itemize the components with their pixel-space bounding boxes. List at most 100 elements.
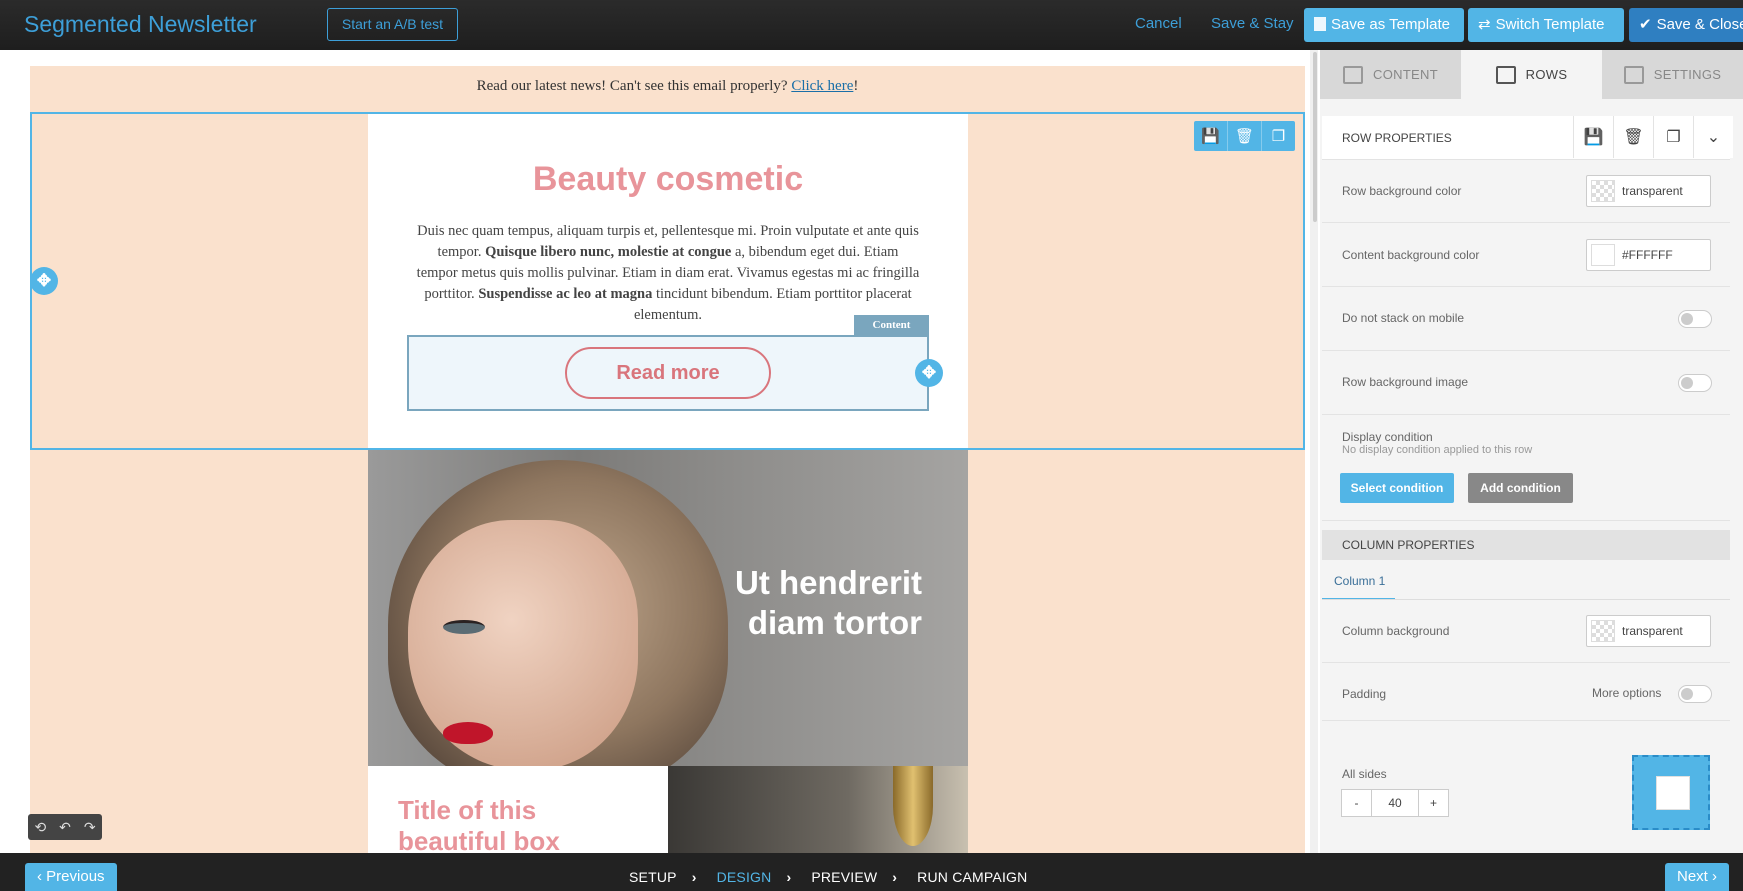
canvas-scrollbar-thumb[interactable]: [1313, 52, 1317, 222]
save-as-template-label: Save as Template: [1331, 16, 1450, 33]
check-icon: ✔: [1639, 16, 1652, 33]
bg-image-toggle[interactable]: [1678, 374, 1712, 392]
row-bg-color-input[interactable]: transparent: [1586, 175, 1711, 207]
tab-content[interactable]: CONTENT: [1320, 50, 1461, 99]
grid-icon: [1343, 65, 1364, 84]
chevron-down-icon[interactable]: ⌄: [1693, 116, 1733, 158]
cancel-link[interactable]: Cancel: [1135, 15, 1182, 32]
previous-label: Previous: [46, 868, 105, 885]
box-title-line-1: Title of this: [398, 795, 537, 825]
more-options-toggle[interactable]: [1678, 685, 1712, 703]
tab-settings[interactable]: SETTINGS: [1602, 50, 1743, 99]
delete-row-icon[interactable]: 🗑: [1228, 121, 1262, 151]
column-bg-label: Column background: [1342, 624, 1450, 638]
card-body-bold-1: Quisque libero nunc, molestie at congue: [485, 244, 732, 260]
save-close-label: Save & Close: [1656, 16, 1743, 33]
column-bg-row: Column background transparent: [1322, 600, 1730, 663]
block-drag-handle-icon[interactable]: ✥: [915, 359, 943, 387]
redo-icon[interactable]: ↷: [77, 814, 102, 840]
column-properties-header: COLUMN PROPERTIES: [1322, 530, 1730, 560]
display-condition-value: No display condition applied to this row: [1342, 444, 1533, 456]
select-condition-button[interactable]: Select condition: [1340, 473, 1454, 503]
content-bg-color-label: Content background color: [1342, 248, 1480, 262]
row-bg-swatch[interactable]: [1591, 180, 1615, 202]
save-as-template-button[interactable]: Save as Template: [1304, 8, 1464, 42]
preheader-text: Read our latest news! Can't see this ema…: [476, 78, 788, 94]
padding-label: Padding: [1342, 687, 1387, 701]
row-properties-tools: 💾 🗑 ❐ ⌄: [1573, 116, 1733, 158]
content-bg-color-row: Content background color #FFFFFF: [1322, 223, 1730, 287]
hero-heading-line-1: Ut hendrerit: [734, 564, 922, 601]
save-close-button[interactable]: ✔ Save & Close: [1629, 8, 1743, 42]
switch-template-button[interactable]: ⇄ Switch Template: [1468, 8, 1624, 42]
history-toolbar: ⟲ ↶ ↷: [28, 814, 102, 840]
chevron-right-icon: ›: [691, 869, 697, 885]
chevron-right-icon: ›: [892, 869, 898, 885]
no-stack-label: Do not stack on mobile: [1342, 311, 1465, 325]
more-options-label: More options: [1592, 686, 1662, 700]
preheader: Read our latest news! Can't see this ema…: [30, 78, 1305, 95]
add-condition-button[interactable]: Add condition: [1468, 473, 1573, 503]
padding-increment-button[interactable]: +: [1419, 790, 1448, 816]
content-bg-swatch[interactable]: [1591, 244, 1615, 266]
tab-column-1[interactable]: Column 1: [1322, 570, 1395, 600]
preheader-suffix: !: [853, 78, 859, 94]
duplicate-row-icon[interactable]: ❐: [1262, 121, 1295, 151]
no-stack-toggle[interactable]: [1678, 310, 1712, 328]
tab-content-label: CONTENT: [1373, 67, 1438, 82]
preheader-link[interactable]: Click here: [791, 78, 853, 94]
step-setup[interactable]: SETUP: [629, 869, 677, 885]
step-preview[interactable]: PREVIEW: [811, 869, 877, 885]
history-icon[interactable]: ⟲: [28, 814, 53, 840]
column-bg-swatch[interactable]: [1591, 620, 1615, 642]
step-run-campaign[interactable]: RUN CAMPAIGN: [917, 869, 1027, 885]
next-button[interactable]: Next ›: [1665, 863, 1730, 891]
save-row-icon[interactable]: 💾: [1194, 121, 1228, 151]
undo-icon[interactable]: ↶: [53, 814, 78, 840]
tab-settings-label: SETTINGS: [1653, 67, 1722, 82]
no-stack-row: Do not stack on mobile: [1322, 287, 1730, 351]
bottle-shape: [893, 766, 933, 846]
content-tag: Content: [854, 315, 929, 335]
padding-stepper[interactable]: - 40 +: [1341, 789, 1449, 817]
chevron-left-icon: ‹: [37, 868, 47, 885]
bg-image-label: Row background image: [1342, 375, 1469, 389]
tab-rows-label: ROWS: [1525, 67, 1568, 82]
column-bg-input[interactable]: transparent: [1586, 615, 1711, 647]
app-title: Segmented Newsletter: [24, 11, 257, 37]
rows-icon: [1495, 65, 1516, 84]
hero-face-shape: [408, 520, 638, 766]
duplicate-icon[interactable]: ❐: [1653, 116, 1693, 158]
all-sides-label: All sides: [1342, 767, 1387, 781]
settings-icon: [1623, 65, 1644, 84]
box-image[interactable]: [668, 766, 968, 853]
tab-rows[interactable]: ROWS: [1461, 50, 1602, 99]
padding-preview: [1632, 755, 1710, 830]
ab-test-button[interactable]: Start an A/B test: [327, 8, 458, 41]
step-design[interactable]: DESIGN: [717, 869, 772, 885]
file-icon: [1314, 17, 1326, 31]
hero-heading[interactable]: Ut hendrerit diam tortor: [660, 563, 922, 643]
next-label: Next: [1677, 868, 1708, 885]
content-bg-color-input[interactable]: #FFFFFF: [1586, 239, 1711, 271]
card-title[interactable]: Beauty cosmetic: [368, 160, 968, 199]
box-title[interactable]: Title of this beautiful box: [398, 795, 658, 857]
swap-icon: ⇄: [1478, 16, 1491, 33]
save-stay-link[interactable]: Save & Stay: [1211, 15, 1294, 32]
card-body-bold-2: Suspendisse ac leo at magna: [478, 286, 653, 302]
previous-button[interactable]: ‹ Previous: [25, 863, 117, 891]
content-bg-color-value: #FFFFFF: [1622, 248, 1673, 262]
card-body[interactable]: Duis nec quam tempus, aliquam turpis et,…: [416, 221, 920, 326]
bg-image-row: Row background image: [1322, 351, 1730, 415]
chevron-right-icon: ›: [786, 869, 792, 885]
padding-value[interactable]: 40: [1371, 790, 1419, 816]
read-more-button[interactable]: Read more: [565, 347, 771, 399]
wizard-steps: SETUP › DESIGN › PREVIEW › RUN CAMPAIGN: [629, 869, 1042, 885]
delete-icon[interactable]: 🗑: [1613, 116, 1653, 158]
row-drag-handle-icon[interactable]: ✥: [30, 267, 58, 295]
save-icon[interactable]: 💾: [1573, 116, 1613, 158]
hero-lips-shape: [443, 722, 493, 744]
row-bg-color-row: Row background color transparent: [1322, 160, 1730, 223]
panel-tabs: CONTENT ROWS SETTINGS: [1320, 50, 1743, 99]
padding-decrement-button[interactable]: -: [1342, 790, 1371, 816]
